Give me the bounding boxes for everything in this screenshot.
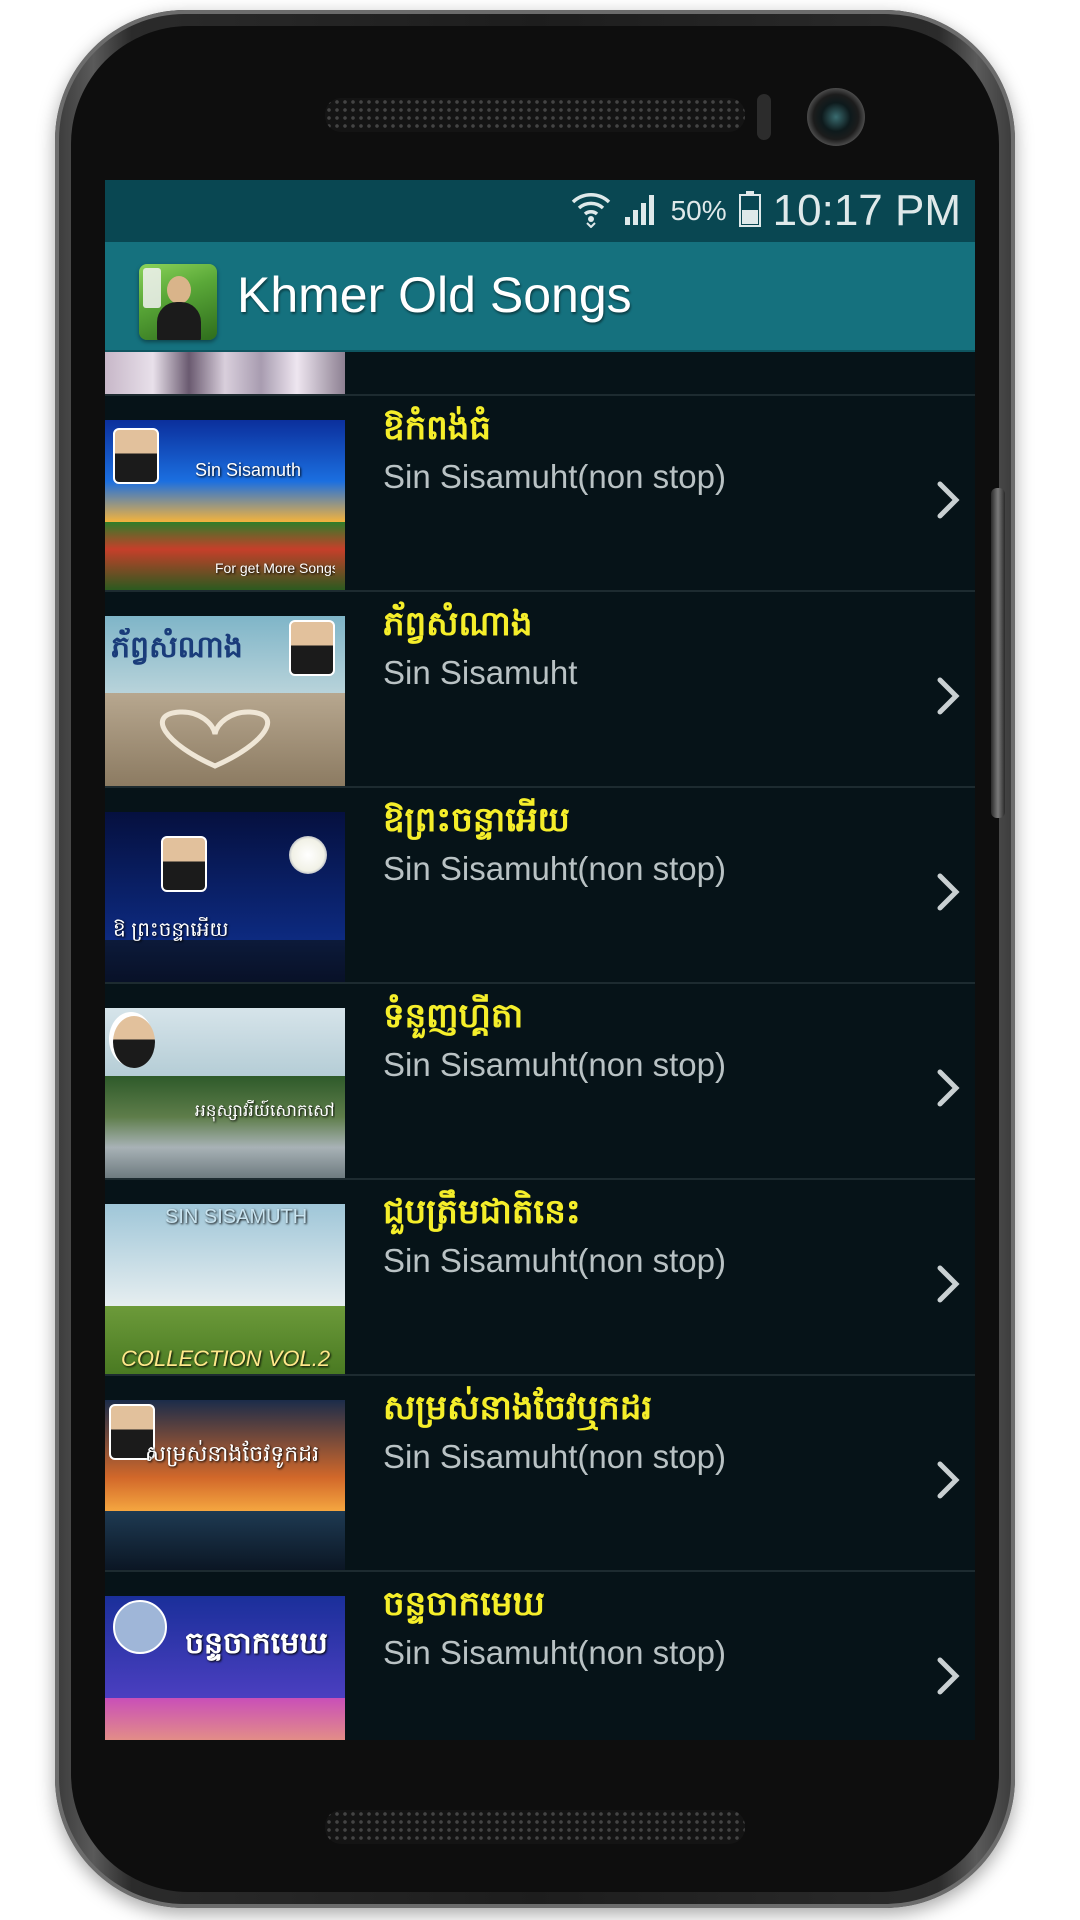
chevron-right-icon [937,873,960,911]
song-artist: Sin Sisamuht [383,654,578,691]
chevron-right-icon [937,1069,960,1107]
app-title: Khmer Old Songs [237,267,632,323]
clock: 10:17 PM [772,186,961,235]
song-thumbnail: ចន្ទចាកមេឃ [105,1596,345,1740]
list-item[interactable]: ចន្ទចាកមេឃ ចន្ទចាកមេឃ Sin Sisamuht(non s… [105,1572,975,1740]
top-speaker-grille [325,98,745,132]
song-title: ជួបត្រឹមជាតិនេះ [383,1192,581,1232]
battery-icon [738,191,761,231]
status-bar: 50% 10:17 PM [105,180,975,242]
chevron-right-icon [937,1461,960,1499]
song-thumbnail: ភ័ព្វសំណាង [105,616,345,786]
song-title: ទំនួញហ្គីតា [383,996,524,1036]
list-item[interactable]: Sin Sisamuth For get More Songs ឱកំពង់ធំ… [105,396,975,592]
song-title: ភ័ព្វសំណាង [383,604,533,644]
thumbnail-caption: Sin Sisamuth [195,460,302,480]
song-thumbnail: ឱ ព្រះចន្ទាអើយ [105,812,345,982]
song-thumbnail: សម្រស់នាងចែវទូកដរ [105,1400,345,1570]
thumbnail-caption: COLLECTION VOL.2 [121,1346,331,1371]
wifi-icon [571,190,611,232]
thumbnail-caption: ចន្ទចាកមេឃ [185,1627,328,1660]
chevron-right-icon [937,1265,960,1303]
chevron-right-icon [937,677,960,715]
thumbnail-caption: អនុស្សាវរីយ៍សោកសៅ [195,1101,335,1120]
list-item[interactable]: សម្រស់នាងចែវទូកដរ សម្រស់នាងចែវឬកដរ Sin S… [105,1376,975,1572]
front-camera [807,88,865,146]
list-item[interactable]: អនុស្សាវរីយ៍សោកសៅ ទំនួញហ្គីតា Sin Sisamu… [105,984,975,1180]
song-artist: Sin Sisamuht(non stop) [383,1634,727,1671]
song-thumbnail: អនុស្សាវរីយ៍សោកសៅ [105,1008,345,1178]
chevron-right-icon [937,481,960,519]
song-artist: Sin Sisamuht(non stop) [383,1046,727,1083]
side-button [991,488,1005,818]
song-thumbnail: SIN SISAMUTH COLLECTION VOL.2 [105,1204,345,1374]
thumbnail-caption: SIN SISAMUTH [165,1206,308,1228]
status-icons: 50% 10:17 PM [571,180,961,242]
battery-percent: 50% [670,195,727,226]
list-item[interactable]: ឱ ព្រះចន្ទាអើយ ឱព្រះចន្ទាអើយ Sin Sisamuh… [105,788,975,984]
bottom-speaker-grille [325,1810,745,1844]
chevron-right-icon [937,1657,960,1695]
song-title: ចន្ទចាកមេឃ [383,1584,545,1624]
thumbnail-caption: ភ័ព្វសំណាង [111,631,243,664]
list-item[interactable]: ភ័ព្វសំណាង ភ័ព្វសំណាង Sin Sisamuht [105,592,975,788]
signal-icon [623,191,659,231]
list-item[interactable]: SIN SISAMUTH COLLECTION VOL.2 ជួបត្រឹមជា… [105,1180,975,1376]
thumbnail-caption: For get More Songs [215,560,335,576]
song-artist: Sin Sisamuht(non stop) [383,850,727,887]
song-title: ឱកំពង់ធំ [383,408,491,448]
thumbnail-caption: សម្រស់នាងចែវទូកដរ [145,1441,320,1466]
song-artist: Sin Sisamuht(non stop) [383,1242,727,1279]
app-screen: 50% 10:17 PM Khmer Old Songs Sin Sisamut… [105,180,975,1740]
song-artist: Sin Sisamuht(non stop) [383,458,727,495]
song-artist: Sin Sisamuht(non stop) [383,1438,727,1475]
page: 50% 10:17 PM Khmer Old Songs Sin Sisamut… [0,0,1080,1920]
song-title: ឱព្រះចន្ទាអើយ [383,800,570,840]
app-logo-icon[interactable] [139,264,217,340]
list-item-partial[interactable] [105,352,975,396]
song-list[interactable]: Sin Sisamuth For get More Songs ឱកំពង់ធំ… [105,352,975,1740]
thumbnail-caption: ឱ ព្រះចន្ទាអើយ [113,919,229,941]
song-title: សម្រស់នាងចែវឬកដរ [383,1388,653,1428]
proximity-sensor [757,94,771,140]
app-bar: Khmer Old Songs [105,242,975,352]
song-thumbnail: Sin Sisamuth For get More Songs [105,420,345,590]
song-thumbnail [105,352,345,394]
